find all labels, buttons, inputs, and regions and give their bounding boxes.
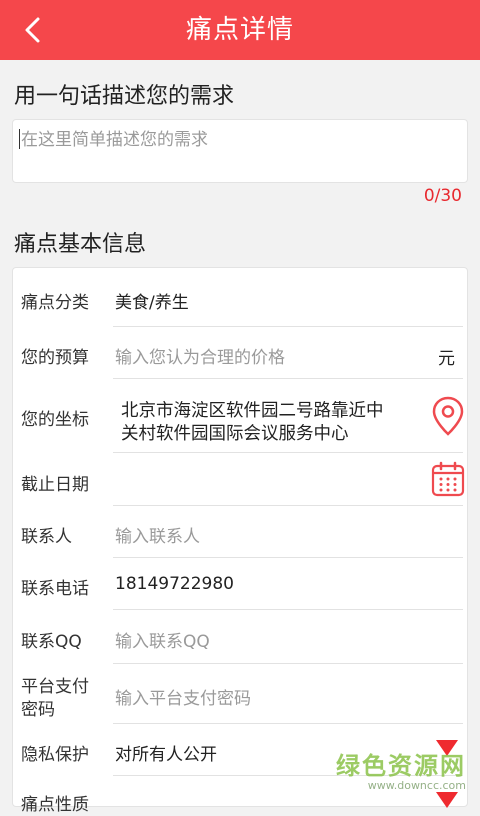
dropdown-arrow-icon[interactable] [435, 790, 459, 810]
info-section-title: 痛点基本信息 [14, 232, 147, 257]
deadline-label: 截止日期 [21, 475, 89, 495]
privacy-value[interactable]: 对所有人公开 [115, 740, 217, 765]
row-contact: 联系人 输入联系人 [13, 506, 467, 558]
payment-label-line1: 平台支付 [21, 677, 89, 697]
phone-label: 联系电话 [21, 579, 89, 599]
row-phone: 联系电话 18149722980 [13, 558, 467, 610]
qq-input[interactable]: 输入联系QQ [115, 627, 210, 652]
info-card: 痛点分类 美食/养生 您的预算 输入您认为合理的价格 元 您的坐标 北京市海淀区… [12, 267, 468, 815]
contact-input[interactable]: 输入联系人 [115, 522, 200, 547]
payment-password-input[interactable]: 输入平台支付密码 [115, 684, 251, 709]
budget-label: 您的预算 [21, 348, 89, 368]
qq-label: 联系QQ [21, 632, 82, 652]
row-qq: 联系QQ 输入联系QQ [13, 610, 467, 664]
watermark-sub: www.downcc.com [367, 779, 466, 792]
phone-input[interactable]: 18149722980 [115, 574, 234, 594]
location-pin-icon[interactable] [431, 396, 465, 436]
nature-label: 痛点性质 [21, 795, 89, 815]
demand-input-box[interactable] [12, 119, 468, 183]
category-value[interactable]: 美食/养生 [115, 288, 189, 313]
location-line1: 北京市海淀区软件园二号路靠近中 [121, 401, 384, 421]
category-label: 痛点分类 [21, 293, 89, 313]
demand-input[interactable] [19, 126, 453, 154]
watermark-main: 绿色资源网 [336, 752, 466, 780]
row-payment-password: 平台支付 密码 输入平台支付密码 [13, 664, 467, 724]
calendar-icon[interactable] [431, 461, 465, 497]
location-line2: 关村软件园国际会议服务中心 [121, 424, 349, 444]
char-counter: 0/30 [423, 186, 462, 206]
budget-unit: 元 [438, 349, 455, 369]
privacy-label: 隐私保护 [21, 745, 89, 765]
contact-label: 联系人 [21, 527, 72, 547]
page-title: 痛点详情 [185, 15, 294, 45]
app-header: 痛点详情 [0, 0, 480, 60]
watermark: 绿色资源网 www.downcc.com [336, 746, 466, 792]
row-deadline[interactable]: 截止日期 [13, 453, 467, 506]
budget-input[interactable]: 输入您认为合理的价格 [115, 343, 285, 368]
payment-label-line2: 密码 [21, 700, 55, 720]
row-category[interactable]: 痛点分类 美食/养生 [13, 268, 467, 327]
location-label: 您的坐标 [21, 410, 89, 430]
text-cursor [19, 129, 20, 149]
demand-section-title: 用一句话描述您的需求 [14, 84, 235, 109]
row-budget: 您的预算 输入您认为合理的价格 元 [13, 327, 467, 379]
row-location[interactable]: 您的坐标 北京市海淀区软件园二号路靠近中 关村软件园国际会议服务中心 [13, 379, 467, 453]
